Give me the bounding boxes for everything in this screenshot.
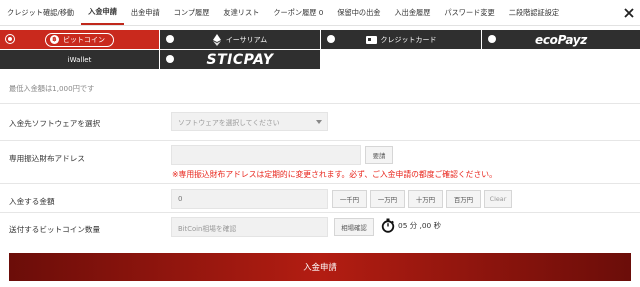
method-label: ビットコイン xyxy=(63,35,105,44)
wallet-address-field[interactable] xyxy=(171,145,361,165)
min-deposit-note: 最低入金額は1,000円です xyxy=(9,84,95,93)
close-button[interactable] xyxy=(618,0,640,26)
stopwatch-icon xyxy=(381,218,395,233)
account-nav: クレジット確認/移動 入金申請 出金申請 コンプ履歴 友達リスト クーポン履歴 … xyxy=(0,0,640,26)
method-label: iWallet xyxy=(67,55,92,64)
timer-text: 05 分 ,00 秒 xyxy=(398,221,441,230)
add-100000-button[interactable]: 十万円 xyxy=(408,190,443,208)
chevron-down-icon xyxy=(316,120,322,124)
ethereum-icon xyxy=(212,33,221,46)
tab-change-password[interactable]: パスワード変更 xyxy=(437,0,501,25)
btc-amount-label: 送付するビットコイン数量 xyxy=(9,225,101,234)
tab-transaction-history[interactable]: 入出金履歴 xyxy=(387,0,437,25)
bitcoin-icon: ฿ xyxy=(50,35,59,44)
tab-pending-withdraw[interactable]: 保留中の出金 xyxy=(330,0,387,25)
radio-credit-card[interactable] xyxy=(327,35,335,43)
payment-method-grid: ฿ ビットコイン イーサリアム クレジットカード ecoPayz iWallet xyxy=(0,30,640,70)
divider xyxy=(0,140,640,141)
address-warning: ※専用振込財布アドレスは定期的に変更されます。必ず、ご入金申請の都度ご確認くださ… xyxy=(172,170,497,179)
tab-credit-check[interactable]: クレジット確認/移動 xyxy=(0,0,81,25)
clear-button[interactable]: Clear xyxy=(484,190,512,208)
method-label: クレジットカード xyxy=(380,35,437,44)
amount-input[interactable]: 0 xyxy=(171,189,328,209)
radio-ecopayz[interactable] xyxy=(488,35,496,43)
tab-two-factor[interactable]: 二段階認証設定 xyxy=(502,0,566,25)
deposit-page: クレジット確認/移動 入金申請 出金申請 コンプ履歴 友達リスト クーポン履歴 … xyxy=(0,0,640,287)
method-ecopayz[interactable]: ecoPayz xyxy=(482,30,640,49)
check-rate-button[interactable]: 相場確認 xyxy=(334,218,374,236)
amount-label: 入金する金額 xyxy=(9,197,55,206)
method-iwallet[interactable]: iWallet xyxy=(0,50,160,69)
radio-bitcoin[interactable] xyxy=(6,35,14,43)
tab-comp-history[interactable]: コンプ履歴 xyxy=(167,0,217,25)
add-10000-button[interactable]: 一万円 xyxy=(370,190,405,208)
sticpay-logo: STICPAY xyxy=(206,51,274,68)
software-placeholder: ソフトウェアを選択してください xyxy=(178,119,280,127)
rate-timer: 05 分 ,00 秒 xyxy=(381,218,441,233)
tab-coupon-history[interactable]: クーポン履歴 0 xyxy=(266,0,330,25)
divider xyxy=(0,212,640,213)
method-label: イーサリアム xyxy=(225,35,268,44)
method-credit-card[interactable]: クレジットカード xyxy=(321,30,482,49)
divider xyxy=(0,183,640,184)
btc-amount-input[interactable]: BitCoin相場を確認 xyxy=(171,217,328,237)
method-sticpay[interactable]: STICPAY xyxy=(160,50,321,69)
tab-withdraw-request[interactable]: 出金申請 xyxy=(124,0,167,25)
radio-ethereum[interactable] xyxy=(166,35,174,43)
close-icon xyxy=(624,8,634,18)
credit-card-icon xyxy=(365,35,377,44)
add-1000-button[interactable]: 一千円 xyxy=(332,190,367,208)
request-address-button[interactable]: 要請 xyxy=(365,146,393,164)
method-ethereum[interactable]: イーサリアム xyxy=(160,30,321,49)
address-label: 専用振込財布アドレス xyxy=(9,154,85,163)
software-select[interactable]: ソフトウェアを選択してください xyxy=(171,112,328,131)
radio-sticpay[interactable] xyxy=(166,55,174,63)
divider xyxy=(0,103,640,104)
tab-friend-list[interactable]: 友達リスト xyxy=(216,0,266,25)
software-label: 入金先ソフトウェアを選択 xyxy=(9,119,101,128)
tab-deposit-request[interactable]: 入金申請 xyxy=(81,0,124,25)
bitcoin-pill: ฿ ビットコイン xyxy=(45,32,114,47)
method-bitcoin[interactable]: ฿ ビットコイン xyxy=(0,30,160,49)
submit-deposit-button[interactable]: 入金申請 xyxy=(9,253,631,281)
ecopayz-logo: ecoPayz xyxy=(535,32,587,47)
add-1000000-button[interactable]: 百万円 xyxy=(446,190,481,208)
